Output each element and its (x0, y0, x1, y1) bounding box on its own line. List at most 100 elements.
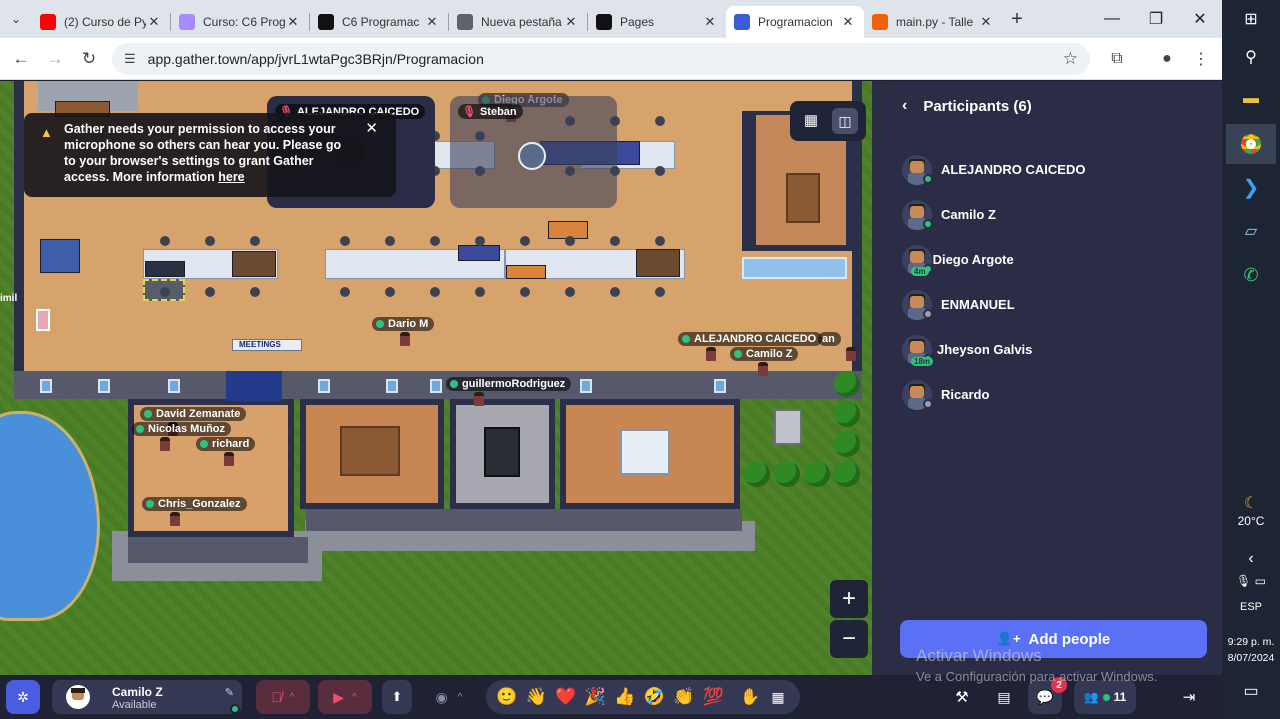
avatar-name-tag[interactable]: Chris_Gonzalez (142, 497, 247, 511)
browser-tab[interactable]: main.py - Talle ✕ (864, 6, 1002, 38)
close-icon[interactable]: ✕ (365, 121, 378, 137)
browser-menu-icon[interactable]: ⋮ (1184, 42, 1218, 76)
chevron-up-icon[interactable]: ^ (290, 692, 295, 703)
new-tab-button[interactable]: + (1002, 0, 1032, 38)
gather-map[interactable]: MEETINGS imil Diego ArgoteDario MALEJAND… (0, 81, 884, 675)
add-people-button[interactable]: 👤+ Add people (900, 620, 1207, 658)
close-window-icon[interactable]: ✕ (1178, 0, 1222, 38)
tab-close-icon[interactable]: ✕ (978, 14, 994, 30)
browser-tab[interactable]: (2) Curso de Py ✕ (32, 6, 170, 38)
tab-close-icon[interactable]: ✕ (424, 14, 440, 30)
clock-time[interactable]: 9:29 p. m. (1222, 636, 1280, 648)
player-avatar[interactable] (400, 332, 410, 346)
browser-tab[interactable]: Pages ✕ (588, 6, 726, 38)
grid-view-icon[interactable]: ▦ (800, 111, 822, 133)
chrome-icon[interactable] (1226, 124, 1276, 164)
windows-start-icon[interactable]: ⊞ (1236, 4, 1266, 34)
raise-hand-icon[interactable]: ✋ (738, 680, 762, 714)
player-avatar[interactable] (758, 362, 768, 376)
app-icon[interactable]: ▱ (1236, 216, 1266, 246)
chevron-left-icon[interactable]: ‹ (902, 97, 907, 115)
emoji-reaction[interactable]: 🙂 (492, 687, 522, 707)
avatar-name-tag[interactable]: guillermoRodriguez (446, 377, 572, 391)
mic-toggle-button[interactable]: 🎙̸ ^ (256, 680, 310, 714)
site-info-icon[interactable]: ☰ (124, 51, 136, 67)
chevron-up-icon[interactable]: ^ (458, 692, 463, 703)
browser-tab[interactable]: Curso: C6 Prog ✕ (171, 6, 309, 38)
forward-arrow-icon[interactable]: → (38, 42, 72, 76)
player-avatar[interactable] (474, 392, 484, 406)
avatar-name-tag[interactable]: Nicolas Muñoz (132, 422, 232, 436)
participant-row[interactable]: 18m Jheyson Galvis (902, 327, 1202, 372)
calendar-icon[interactable]: ▤ (992, 680, 1016, 714)
player-avatar[interactable] (706, 347, 716, 361)
avatar-name-tag[interactable]: Dario M (372, 317, 435, 331)
gather-logo-icon[interactable]: ✲ (6, 680, 40, 714)
screen-share-button[interactable]: ⬆ (382, 680, 412, 714)
tab-close-icon[interactable]: ✕ (146, 14, 162, 30)
avatar-name-tag[interactable]: richard (196, 437, 256, 451)
player-avatar[interactable] (224, 452, 234, 466)
browser-tab[interactable]: Programacion ✕ (726, 6, 864, 38)
tab-search-chevron-icon[interactable]: ⌄ (0, 0, 32, 38)
player-avatar[interactable] (170, 512, 180, 526)
player-avatar[interactable] (160, 437, 170, 451)
participant-list: ALEJANDRO CAICEDO Camilo Z 4m Diego Argote E… (902, 147, 1202, 417)
reload-icon[interactable]: ↻ (72, 42, 106, 76)
notifications-icon[interactable]: ▭ (1236, 676, 1266, 706)
record-button[interactable]: ◉ ^ (424, 680, 474, 714)
tab-close-icon[interactable]: ✕ (285, 14, 301, 30)
participant-row[interactable]: ALEJANDRO CAICEDO (902, 147, 1202, 192)
avatar-name-tag[interactable]: David Zemanate (140, 407, 247, 421)
emoji-reaction[interactable]: ❤️ (551, 687, 581, 707)
video-tile-steban[interactable]: 🎙 Steban (450, 96, 617, 208)
emoji-reaction[interactable]: 👋 (522, 687, 552, 707)
tab-close-icon[interactable]: ✕ (840, 14, 856, 30)
emoji-reaction[interactable]: 🎉 (581, 687, 611, 707)
clock-date[interactable]: 8/07/2024 (1222, 652, 1280, 664)
vending-machine (40, 239, 80, 273)
add-reaction-icon[interactable]: ▦ (766, 680, 790, 714)
emoji-reaction[interactable]: 🤣 (640, 687, 670, 707)
vscode-icon[interactable]: ❯ (1236, 172, 1266, 202)
participant-row[interactable]: Camilo Z (902, 192, 1202, 237)
emoji-reaction[interactable]: 👏 (669, 687, 699, 707)
bookmark-star-icon[interactable]: ☆ (1063, 49, 1078, 69)
browser-tab[interactable]: Nueva pestaña ✕ (449, 6, 587, 38)
chevron-up-icon[interactable]: ^ (352, 692, 357, 703)
avatar-name-tag[interactable]: an (818, 332, 841, 346)
profile-avatar-icon[interactable]: ● (1150, 42, 1184, 76)
file-explorer-icon[interactable]: ▬ (1236, 84, 1266, 114)
zoom-in-button[interactable]: + (830, 580, 868, 618)
whatsapp-icon[interactable]: ✆ (1236, 260, 1266, 290)
self-status-card[interactable]: Camilo Z Available ✎ (52, 680, 242, 714)
avatar-name-tag[interactable]: ALEJANDRO CAICEDO (678, 332, 823, 346)
emoji-reaction[interactable]: 💯 (699, 687, 729, 707)
participant-row[interactable]: ENMANUEL (902, 282, 1202, 327)
build-hammer-icon[interactable]: ⚒ (950, 680, 974, 714)
map-scrollbar[interactable] (872, 81, 884, 675)
zoom-out-button[interactable]: − (830, 620, 868, 658)
back-arrow-icon[interactable]: ← (4, 42, 38, 76)
chat-button[interactable]: 💬 2 (1028, 677, 1067, 714)
search-icon[interactable]: ⚲ (1236, 42, 1266, 72)
map-view-icon[interactable]: ◫ (832, 108, 858, 134)
player-avatar[interactable] (846, 347, 856, 361)
avatar-name-tag[interactable]: Camilo Z (730, 347, 799, 361)
participant-row[interactable]: 4m Diego Argote (902, 237, 1202, 282)
leave-door-icon[interactable]: ⇥ (1172, 680, 1206, 714)
camera-toggle-button[interactable]: ▶ ^ (318, 680, 372, 714)
tab-close-icon[interactable]: ✕ (702, 14, 718, 30)
language[interactable]: ESP (1222, 601, 1280, 613)
url-field[interactable]: ☰ app.gather.town/app/jvrL1wtaPgc3BRjn/P… (112, 43, 1090, 75)
participants-button[interactable]: 👥 11 (1074, 680, 1136, 714)
browser-tab[interactable]: C6 Programac ✕ (310, 6, 448, 38)
minimize-icon[interactable]: — (1090, 0, 1134, 38)
emoji-reaction[interactable]: 👍 (610, 687, 640, 707)
participant-row[interactable]: Ricardo (902, 372, 1202, 417)
notice-link[interactable]: here (218, 170, 244, 184)
restore-icon[interactable]: ❐ (1134, 0, 1178, 38)
tab-close-icon[interactable]: ✕ (563, 14, 579, 30)
pencil-icon[interactable]: ✎ (225, 686, 234, 699)
extensions-icon[interactable]: ⧉ (1100, 42, 1134, 76)
